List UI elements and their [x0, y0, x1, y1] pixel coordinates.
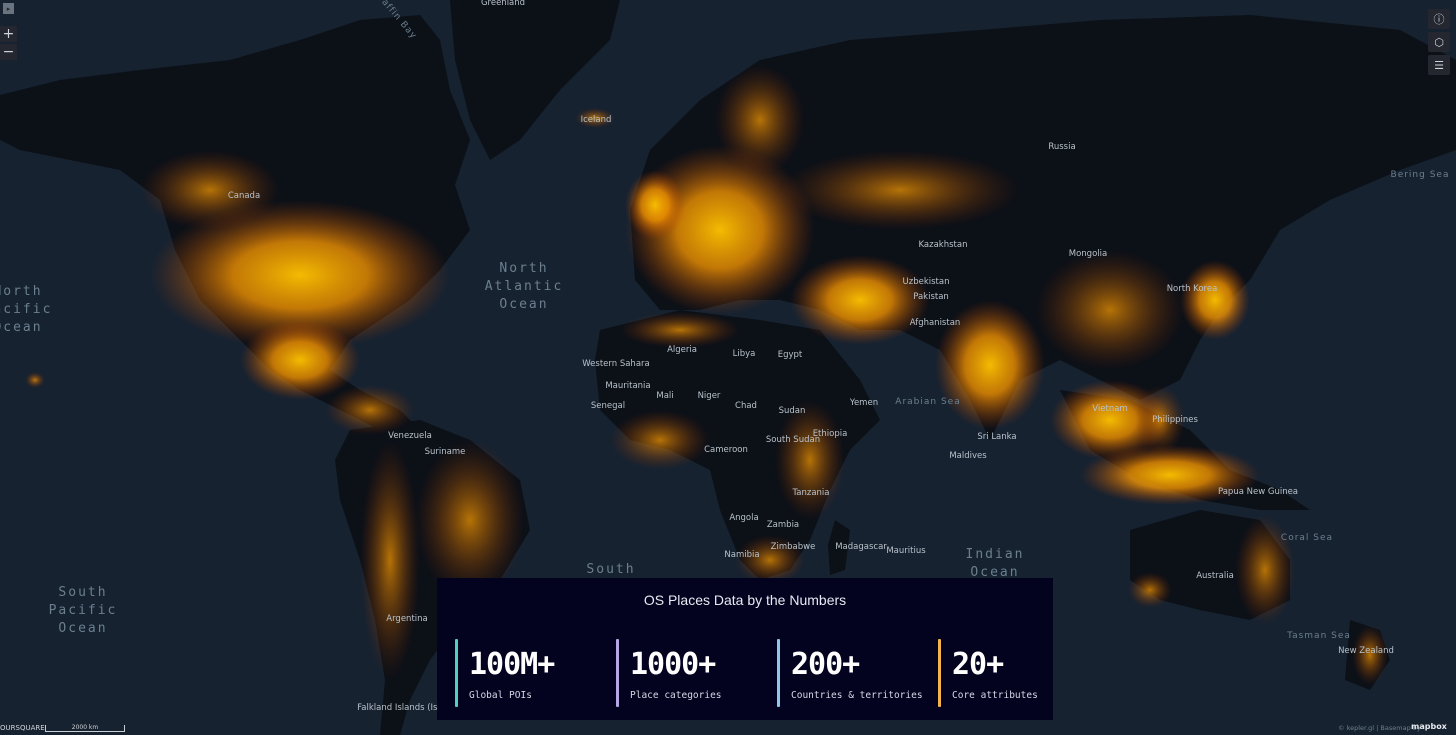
ocean-label: South [586, 562, 635, 577]
stat-label: Core attributes [952, 690, 1038, 701]
stat-label: Place categories [630, 690, 722, 701]
poi-cluster-scandinavia [715, 65, 805, 175]
place-label: Mauritius [886, 546, 926, 556]
stat-label: Global POIs [469, 690, 532, 701]
place-label: Western Sahara [582, 359, 649, 369]
poi-cluster-japan [1180, 260, 1250, 340]
zoom-out-button[interactable]: − [0, 44, 17, 60]
poi-cluster-andes [360, 440, 420, 680]
stats-title: OS Places Data by the Numbers [643, 592, 847, 608]
place-label: Angola [729, 513, 758, 523]
place-label: Mauritania [605, 381, 650, 391]
place-label: Philippines [1152, 415, 1198, 425]
poi-cluster-china [1035, 250, 1185, 370]
zoom-in-button[interactable]: + [0, 26, 17, 42]
poi-cluster-east-africa [775, 400, 845, 520]
poi-cluster-russia [780, 150, 1020, 230]
poi-cluster-australia-east [1235, 515, 1295, 625]
place-label: Australia [1196, 571, 1234, 581]
place-label: Ethiopia [813, 429, 848, 439]
place-label: Uzbekistan [903, 277, 950, 287]
place-label: Niger [698, 391, 721, 401]
stat-value: 1000+ [630, 647, 716, 682]
place-label: Sudan [779, 406, 806, 416]
place-label: Yemen [849, 398, 878, 408]
sea-label: Tasman Sea [1286, 631, 1351, 641]
place-label: Venezuela [388, 431, 432, 441]
sea-label: Coral Sea [1281, 533, 1333, 543]
place-label: Mali [656, 391, 673, 401]
place-label: Russia [1048, 142, 1075, 152]
place-label: Chad [735, 401, 757, 411]
stat-value: 200+ [791, 647, 860, 682]
poi-cluster-turkey-middle-east [790, 255, 930, 345]
place-label: Maldives [949, 451, 987, 461]
poi-cluster-mexico [240, 320, 360, 400]
place-label: Tanzania [791, 488, 829, 498]
place-label: Zambia [767, 520, 799, 530]
place-label: Canada [228, 191, 260, 201]
place-label: Namibia [724, 550, 759, 560]
place-label: Senegal [591, 401, 625, 411]
place-label: Cameroon [704, 445, 748, 455]
stat-place-categories: 1000+ Place categories [616, 639, 766, 709]
poi-cluster-australia-southwest [1128, 572, 1172, 608]
map-attribution[interactable]: © kepler.gl | Basemap by [1338, 724, 1421, 732]
place-label: New Zealand [1338, 646, 1394, 656]
place-label: Vietnam [1092, 404, 1127, 414]
sea-label: Bering Sea [1391, 170, 1450, 180]
stat-accent-bar [616, 639, 619, 707]
place-label: Libya [733, 349, 756, 359]
mapbox-logo[interactable]: mapbox [1411, 722, 1447, 731]
place-label: Pakistan [913, 292, 949, 302]
poi-cluster-hawaii [25, 372, 45, 388]
stat-core-attributes: 20+ Core attributes [938, 639, 1088, 709]
stat-countries: 200+ Countries & territories [777, 639, 927, 709]
stat-label: Countries & territories [791, 690, 923, 701]
poi-cluster-brazil-coast [415, 440, 525, 600]
place-label: North Korea [1167, 284, 1218, 294]
poi-cluster-central-america [325, 385, 415, 435]
stat-value: 100M+ [469, 647, 555, 682]
place-label: Zimbabwe [771, 542, 816, 552]
stat-accent-bar [777, 639, 780, 707]
place-label: Suriname [425, 447, 466, 457]
poi-cluster-north-africa [620, 312, 740, 348]
3d-view-icon[interactable]: ⬡ [1428, 32, 1450, 52]
info-icon[interactable]: ⓘ [1428, 9, 1450, 29]
place-label: Egypt [778, 350, 803, 360]
stats-card: OS Places Data by the Numbers 100M+ Glob… [437, 578, 1053, 720]
place-label: Madagascar [835, 542, 887, 552]
legend-icon[interactable]: ☰ [1428, 55, 1450, 75]
side-panel-toggle-button[interactable]: ▸ [3, 3, 14, 14]
place-label: Papua New Guinea [1218, 487, 1298, 497]
poi-cluster-west-africa [610, 410, 710, 470]
scale-bar: 2000 km [45, 725, 125, 732]
place-label: Argentina [386, 614, 427, 624]
poi-cluster-canada [140, 150, 280, 230]
poi-cluster-uk [625, 170, 685, 240]
stat-accent-bar [455, 639, 458, 707]
stat-accent-bar [938, 639, 941, 707]
place-label: Afghanistan [910, 318, 961, 328]
foursquare-attribution: OURSQUARE [0, 724, 45, 732]
stat-global-pois: 100M+ Global POIs [455, 639, 605, 709]
ocean-label: South Pacific Ocean [49, 585, 118, 636]
sea-label: Arabian Sea [895, 397, 960, 407]
place-label: Iceland [581, 115, 612, 125]
place-label: Greenland [481, 0, 525, 8]
place-label: Sri Lanka [977, 432, 1016, 442]
place-label: Algeria [667, 345, 697, 355]
place-label: Kazakhstan [919, 240, 968, 250]
place-label: Mongolia [1069, 249, 1107, 259]
stat-value: 20+ [952, 647, 1004, 682]
